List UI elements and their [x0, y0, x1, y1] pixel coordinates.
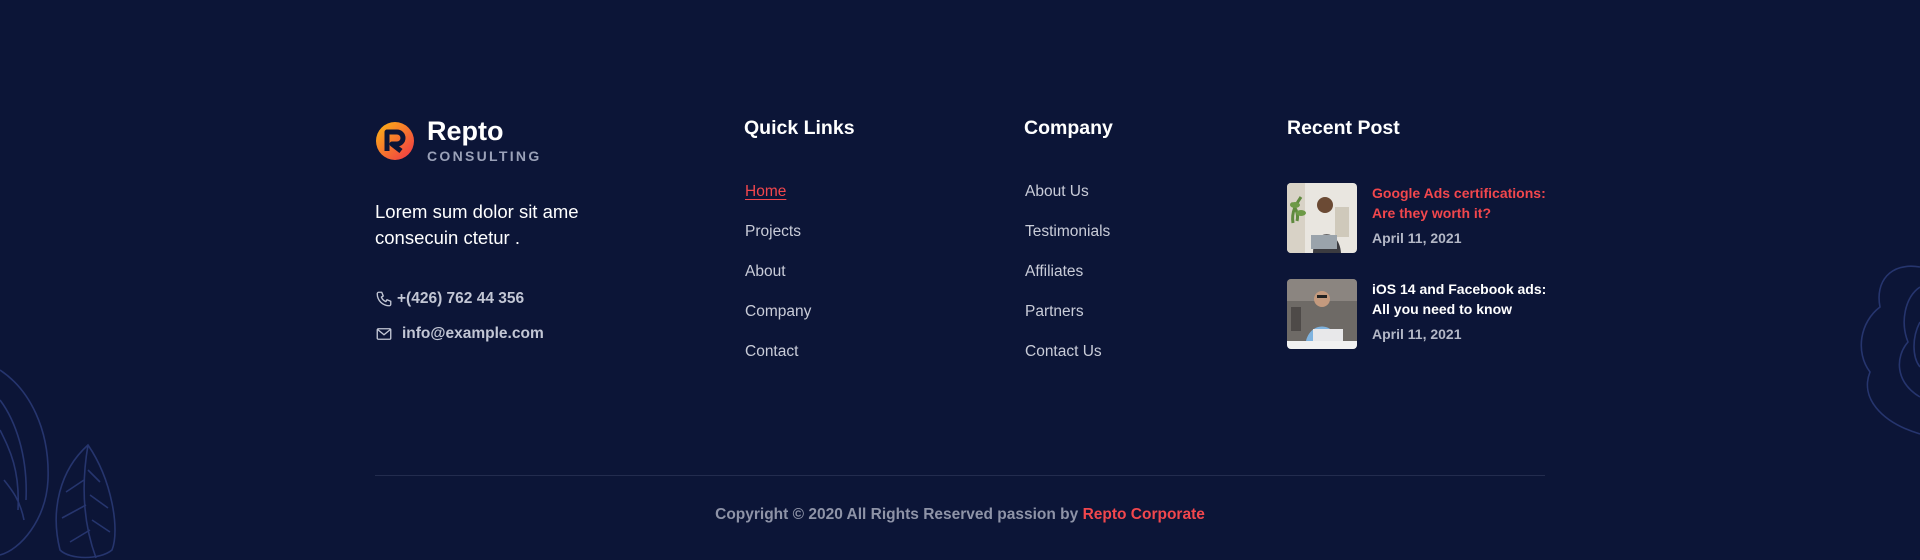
post-thumbnail-image[interactable]	[1287, 183, 1357, 253]
list-item: About	[745, 260, 811, 300]
brand-name: Repto	[427, 116, 504, 146]
company-link-contact-us[interactable]: Contact Us	[1025, 343, 1102, 360]
footer-content: Repto CONSULTING Lorem sum dolor sit ame…	[375, 0, 1546, 560]
phone-icon	[375, 290, 393, 308]
post-title-link[interactable]: iOS 14 and Facebook ads: All you need to…	[1372, 279, 1552, 319]
brand-subtitle: CONSULTING	[427, 148, 542, 164]
list-item: Affiliates	[1025, 260, 1110, 300]
about-text: Lorem sum dolor sit ame consecuin ctetur…	[375, 201, 579, 248]
email-address: info@example.com	[402, 325, 544, 342]
post-date: April 11, 2021	[1372, 326, 1462, 342]
list-item: Home	[745, 180, 811, 220]
copyright-brand-link[interactable]: Repto Corporate	[1083, 506, 1205, 523]
company-heading: Company	[1024, 117, 1113, 139]
company-link-affiliates[interactable]: Affiliates	[1025, 263, 1083, 280]
list-item: About Us	[1025, 180, 1110, 220]
quick-link-contact[interactable]: Contact	[745, 343, 798, 360]
company-link-testimonials[interactable]: Testimonials	[1025, 223, 1110, 240]
recent-post-item[interactable]: Google Ads certifications: Are they wort…	[1287, 183, 1552, 253]
mail-icon	[375, 325, 393, 343]
list-item: Testimonials	[1025, 220, 1110, 260]
list-item: Partners	[1025, 300, 1110, 340]
quick-link-company[interactable]: Company	[745, 303, 811, 320]
company-link-partners[interactable]: Partners	[1025, 303, 1084, 320]
leaf-decoration-right-icon	[1860, 265, 1920, 435]
quick-link-home[interactable]: Home	[745, 183, 786, 200]
list-item: Contact	[745, 340, 811, 380]
email-contact[interactable]: info@example.com	[375, 325, 544, 343]
phone-contact[interactable]: +(426) 762 44 356	[375, 290, 524, 308]
list-item: Projects	[745, 220, 811, 260]
post-thumbnail-image[interactable]	[1287, 279, 1357, 349]
quick-link-about[interactable]: About	[745, 263, 786, 280]
quick-links-list: Home Projects About Company Contact	[745, 180, 811, 380]
post-title-link[interactable]: Google Ads certifications: Are they wort…	[1372, 183, 1552, 223]
repto-logo-icon	[376, 122, 414, 160]
post-date: April 11, 2021	[1372, 230, 1462, 246]
brand-logo[interactable]: Repto CONSULTING	[375, 118, 542, 164]
list-item: Contact Us	[1025, 340, 1110, 380]
footer-divider	[375, 475, 1545, 476]
company-link-about-us[interactable]: About Us	[1025, 183, 1089, 200]
copyright-prefix: Copyright © 2020 All Rights Reserved pas…	[715, 506, 1079, 523]
copyright-text: Copyright © 2020 All Rights Reserved pas…	[375, 506, 1545, 524]
leaf-decoration-left-icon	[0, 369, 116, 559]
phone-number: +(426) 762 44 356	[397, 290, 525, 307]
recent-post-item[interactable]: iOS 14 and Facebook ads: All you need to…	[1287, 279, 1552, 349]
quick-links-heading: Quick Links	[744, 117, 855, 139]
company-links-list: About Us Testimonials Affiliates Partner…	[1025, 180, 1110, 380]
recent-post-heading: Recent Post	[1287, 117, 1400, 139]
quick-link-projects[interactable]: Projects	[745, 223, 801, 240]
list-item: Company	[745, 300, 811, 340]
